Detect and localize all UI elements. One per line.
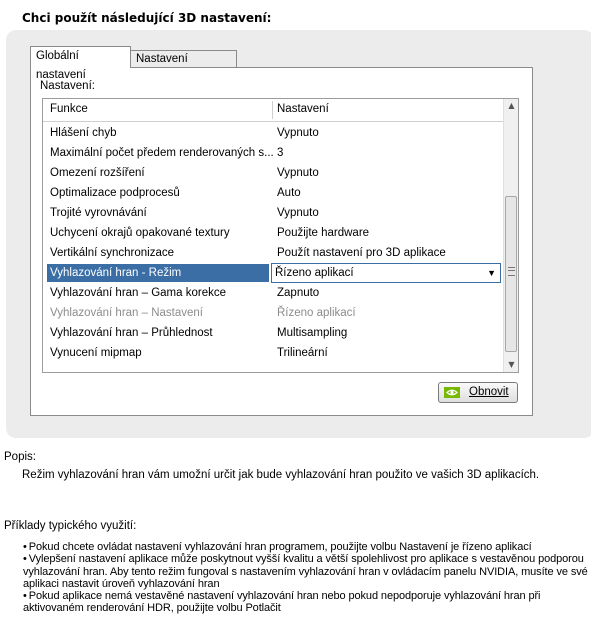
row-feature: Vyhlazování hran – Průhlednost <box>50 327 213 339</box>
example-text: Pokud chcete ovládat nastavení vyhlazová… <box>28 541 532 553</box>
example-text: Vylepšení nastavení aplikace může poskyt… <box>23 553 588 590</box>
row-setting: Zapnuto <box>277 287 320 299</box>
settings-row-disabled: Vyhlazování hran – Nastavení Řízeno apli… <box>43 303 501 323</box>
setting-dropdown[interactable]: Řízeno aplikací ▼ <box>271 263 501 283</box>
bullet-icon: • <box>23 553 27 566</box>
row-feature: Trojité vyrovnávání <box>50 207 147 219</box>
row-feature: Vyhlazování hran - Režim <box>47 264 269 282</box>
row-setting: Použít nastavení pro 3D aplikace <box>277 247 446 259</box>
examples-list: • Pokud chcete ovládat nastavení vyhlazov… <box>23 541 588 615</box>
tab-program-settings[interactable]: Nastavení programu <box>130 50 237 82</box>
vertical-scrollbar[interactable]: ▲ ▼ <box>503 99 518 372</box>
row-feature: Uchycení okrajů opakované textury <box>50 227 230 239</box>
scroll-down-arrow-icon[interactable]: ▼ <box>504 358 518 372</box>
row-setting: Vypnuto <box>277 127 319 139</box>
row-feature: Optimalizace podprocesů <box>50 187 180 199</box>
dropdown-value: Řízeno aplikací <box>275 267 354 279</box>
row-setting: Použijte hardware <box>277 227 370 239</box>
row-setting: Trilineární <box>277 347 328 359</box>
row-feature: Vyhlazování hran – Gama korekce <box>50 287 226 299</box>
settings-row[interactable]: Vyhlazování hran – Průhlednost Multisamp… <box>43 323 501 343</box>
row-setting: Vypnuto <box>277 167 319 179</box>
restore-button-label: Obnovit <box>469 386 509 398</box>
settings-row[interactable]: Uchycení okrajů opakované textury Použij… <box>43 223 501 243</box>
row-setting: Řízeno aplikací <box>277 307 356 319</box>
scroll-up-arrow-icon[interactable]: ▲ <box>504 99 518 113</box>
settings-list: Funkce Nastavení Hlášení chyb Vypnuto Ma… <box>42 98 519 373</box>
chevron-down-icon[interactable]: ▼ <box>487 264 496 282</box>
column-header-feature[interactable]: Funkce <box>50 103 88 115</box>
settings-row[interactable]: Optimalizace podprocesů Auto <box>43 183 501 203</box>
list-header: Funkce Nastavení <box>43 99 503 122</box>
row-setting: Multisampling <box>277 327 348 339</box>
example-text: Pokud aplikace nemá vestavěné nastavení … <box>23 590 541 615</box>
row-setting: Vypnuto <box>277 207 319 219</box>
settings-row[interactable]: Vyhlazování hran – Gama korekce Zapnuto <box>43 283 501 303</box>
examples-title: Příklady typického využití: <box>4 520 137 532</box>
restore-button[interactable]: Obnovit <box>438 382 518 403</box>
bullet-icon: • <box>23 541 27 553</box>
list-item: • Vylepšení nastavení aplikace může posky… <box>23 553 588 590</box>
settings-row[interactable]: Hlášení chyb Vypnuto <box>43 123 501 143</box>
column-divider[interactable] <box>272 101 273 119</box>
settings-row[interactable]: Omezení rozšíření Vypnuto <box>43 163 501 183</box>
row-feature: Maximální počet předem renderovaných s..… <box>50 147 274 159</box>
row-feature: Omezení rozšíření <box>50 167 145 179</box>
column-header-setting[interactable]: Nastavení <box>277 103 329 115</box>
settings-row[interactable]: Maximální počet předem renderovaných s..… <box>43 143 501 163</box>
description-text: Režim vyhlazování hran vám umožní určit … <box>22 469 540 481</box>
list-item: • Pokud aplikace nemá vestavěné nastavení… <box>23 590 588 615</box>
settings-row[interactable]: Trojité vyrovnávání Vypnuto <box>43 203 501 223</box>
row-feature: Hlášení chyb <box>50 127 117 139</box>
nvidia-logo-icon <box>444 387 460 398</box>
bullet-icon: • <box>23 590 27 603</box>
row-setting: 3 <box>277 147 284 159</box>
page-heading: Chci použít následující 3D nastavení: <box>22 11 272 25</box>
tab-global-settings[interactable]: Globální nastavení <box>30 46 131 81</box>
scrollbar-thumb[interactable] <box>505 196 517 352</box>
list-item: • Pokud chcete ovládat nastavení vyhlazov… <box>23 541 588 553</box>
row-feature: Vertikální synchronizace <box>50 247 175 259</box>
settings-row[interactable]: Vynucení mipmap Trilineární <box>43 343 501 363</box>
settings-row[interactable]: Vertikální synchronizace Použít nastaven… <box>43 243 501 263</box>
description-title: Popis: <box>4 451 36 463</box>
row-setting: Auto <box>277 187 301 199</box>
settings-row-selected[interactable]: Vyhlazování hran - Režim Řízeno aplikací… <box>43 263 501 283</box>
row-feature: Vynucení mipmap <box>50 347 142 359</box>
grip-icon <box>508 267 515 276</box>
row-feature: Vyhlazování hran – Nastavení <box>50 307 203 319</box>
